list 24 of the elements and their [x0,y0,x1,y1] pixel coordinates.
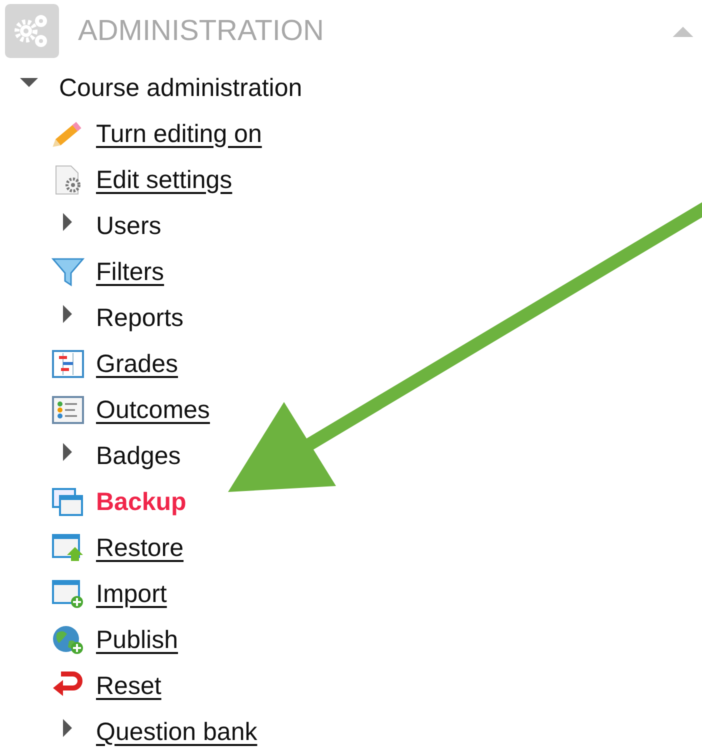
tree-node[interactable]: Reports [96,304,184,332]
gears-icon [5,4,59,58]
windows-icon [51,487,85,517]
nav-link[interactable]: Reset [96,672,162,700]
nav-link[interactable]: Backup [96,488,186,516]
nav-link[interactable]: Import [96,580,167,608]
tree-node[interactable]: Users [96,212,162,240]
nav-link[interactable]: Restore [96,534,184,562]
nav-link[interactable]: Filters [96,258,164,286]
nav-link[interactable]: Grades [96,350,178,378]
tree-node[interactable]: Course administration [59,74,302,102]
nav-link[interactable]: Turn editing on [96,120,262,148]
tree-node[interactable]: Badges [96,442,181,470]
window-plus-icon [51,579,85,609]
window-up-arrow-icon [51,533,85,563]
funnel-icon [51,257,85,287]
nav-link[interactable]: Question bank [96,718,258,746]
checklist-icon [51,395,85,425]
block-title: ADMINISTRATION [78,14,325,48]
nav-link[interactable]: Edit settings [96,166,232,194]
nav-link[interactable]: Publish [96,626,178,654]
nav-link[interactable]: Outcomes [96,396,210,424]
globe-plus-icon [51,625,85,655]
gradebook-icon [51,349,85,379]
